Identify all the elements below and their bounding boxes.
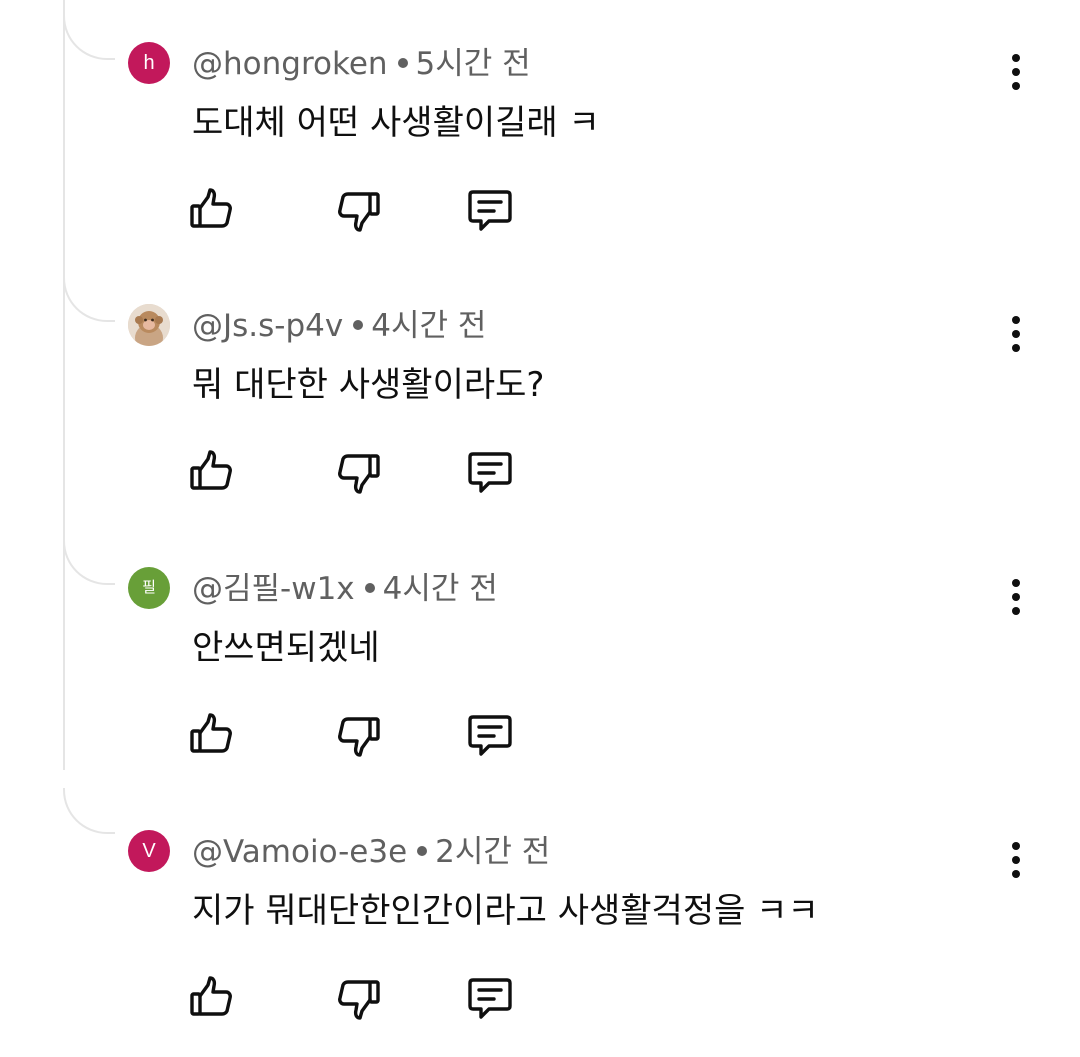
avatar-letter: V <box>142 840 156 862</box>
comment-text: 뭐 대단한 사생활이라도? <box>192 365 545 405</box>
comment-author[interactable]: @김필-w1x <box>192 571 355 607</box>
comment-author[interactable]: @hongroken <box>192 46 388 82</box>
reply-button[interactable] <box>464 446 516 498</box>
thread-connector <box>63 788 115 834</box>
like-button[interactable] <box>186 446 238 498</box>
comment-time[interactable]: 4시간 전 <box>383 571 498 607</box>
thumbs-up-icon <box>190 188 232 228</box>
dislike-button[interactable] <box>332 972 384 1024</box>
avatar[interactable]: h <box>128 42 170 84</box>
comment-time[interactable]: 2시간 전 <box>435 834 550 870</box>
separator-dot <box>397 57 408 68</box>
avatar-letter: 필 <box>142 579 156 596</box>
comment-text: 도대체 어떤 사생활이길래 ㅋ <box>192 103 600 143</box>
reply-icon <box>468 190 512 231</box>
reply-button[interactable] <box>464 184 516 236</box>
comment-meta: @Vamoio-e3e 2시간 전 <box>192 834 550 870</box>
more-vert-icon[interactable] <box>1000 575 1032 619</box>
reply-icon <box>468 715 512 756</box>
reply-icon <box>468 452 512 493</box>
comment-text: 안쓰면되겠네 <box>192 628 380 668</box>
separator-dot <box>417 845 428 856</box>
thumbs-up-icon <box>190 713 232 753</box>
thumbs-up-icon <box>190 450 232 490</box>
avatar[interactable] <box>128 304 170 346</box>
reply-comment: @Js.s-p4v 4시간 전 뭐 대단한 사생활이라도? <box>0 262 1080 524</box>
more-vert-icon[interactable] <box>1000 312 1032 356</box>
thread-connector <box>63 541 115 585</box>
reply-comment: V @Vamoio-e3e 2시간 전 지가 뭐대단한인간이라고 사생활걱정을 ㅋ… <box>0 788 1080 1050</box>
reply-comment: 필 @김필-w1x 4시간 전 안쓰면되겠네 <box>0 525 1080 787</box>
comment-time[interactable]: 5시간 전 <box>416 46 531 82</box>
separator-dot <box>364 582 375 593</box>
avatar[interactable]: V <box>128 830 170 872</box>
like-button[interactable] <box>186 709 238 761</box>
reply-icon <box>468 978 512 1019</box>
comment-author[interactable]: @Vamoio-e3e <box>192 834 407 870</box>
dislike-button[interactable] <box>332 709 384 761</box>
more-vert-icon[interactable] <box>1000 838 1032 882</box>
comment-time[interactable]: 4시간 전 <box>371 308 486 344</box>
reply-comment: h @hongroken 5시간 전 도대체 어떤 사생활이길래 ㅋ <box>0 0 1080 262</box>
thumbs-down-icon <box>338 454 380 494</box>
monkey-photo-avatar <box>128 304 170 346</box>
like-button[interactable] <box>186 972 238 1024</box>
avatar[interactable]: 필 <box>128 567 170 609</box>
more-vert-icon[interactable] <box>1000 50 1032 94</box>
thumbs-down-icon <box>338 980 380 1020</box>
comment-text: 지가 뭐대단한인간이라고 사생활걱정을 ㅋㅋ <box>192 891 819 931</box>
reply-button[interactable] <box>464 709 516 761</box>
dislike-button[interactable] <box>332 184 384 236</box>
comment-author[interactable]: @Js.s-p4v <box>192 308 343 344</box>
thumbs-down-icon <box>338 192 380 232</box>
thumbs-up-icon <box>190 976 232 1016</box>
comment-meta: @김필-w1x 4시간 전 <box>192 571 498 607</box>
like-button[interactable] <box>186 184 238 236</box>
comment-meta: @hongroken 5시간 전 <box>192 46 531 82</box>
avatar-letter: h <box>143 52 155 74</box>
thread-connector <box>63 16 115 60</box>
thread-connector <box>63 278 115 322</box>
separator-dot <box>353 319 364 330</box>
reply-button[interactable] <box>464 972 516 1024</box>
dislike-button[interactable] <box>332 446 384 498</box>
comment-meta: @Js.s-p4v 4시간 전 <box>192 308 486 344</box>
thumbs-down-icon <box>338 717 380 757</box>
